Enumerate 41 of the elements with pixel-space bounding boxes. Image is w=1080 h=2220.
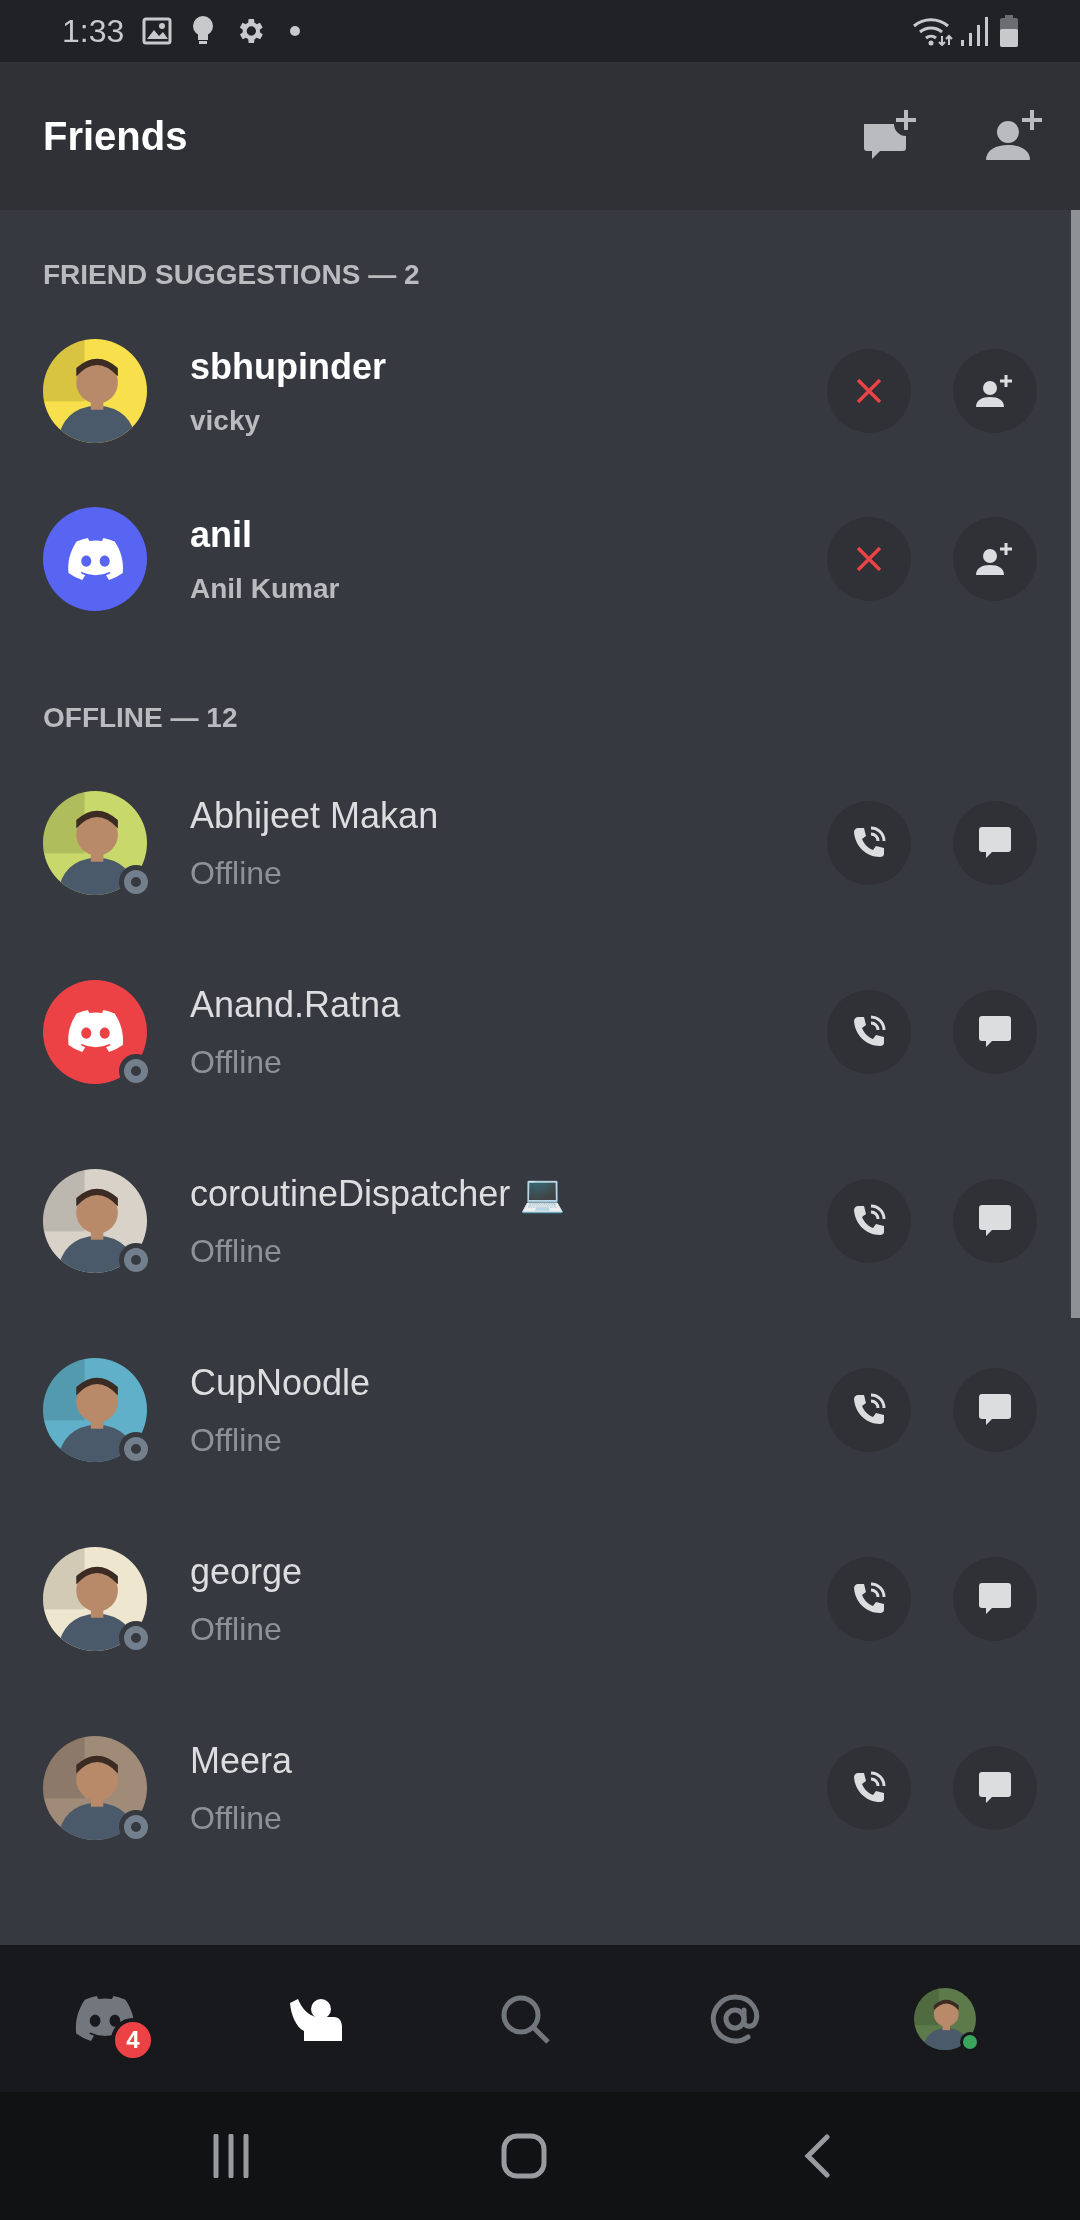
- friend-name: CupNoodle: [190, 1360, 372, 1405]
- close-icon: [856, 546, 882, 572]
- back-icon: [803, 2134, 831, 2178]
- clock-time: 1:33: [62, 12, 125, 51]
- friend-name: sbhupinder: [190, 345, 387, 389]
- friend-name: Abhijeet Makan: [190, 793, 440, 838]
- lightbulb-icon: [192, 16, 215, 46]
- friends-icon: [288, 1996, 342, 2041]
- battery-icon: [1000, 15, 1018, 47]
- status-text: Offline: [190, 1798, 283, 1838]
- friend-name: Anand.Ratna: [190, 982, 402, 1027]
- status-text: Offline: [190, 1042, 283, 1082]
- chat-icon: [977, 825, 1013, 860]
- section-heading: OFFLINE — 12: [42, 701, 239, 735]
- friend-name: anil: [190, 513, 253, 557]
- status-text: Offline: [190, 1420, 283, 1460]
- person-plus-icon: [975, 374, 1015, 408]
- status-text: Offline: [190, 1231, 283, 1271]
- scrollbar[interactable]: [1071, 210, 1080, 1318]
- friend-name: coroutineDispatcher 💻: [190, 1171, 567, 1216]
- close-icon: [856, 378, 882, 404]
- chat-icon: [977, 1014, 1013, 1049]
- friend-nickname: vicky: [190, 404, 262, 438]
- section-heading: FRIEND SUGGESTIONS — 2: [42, 258, 421, 292]
- chat-icon: [977, 1770, 1013, 1805]
- friend-nickname: Anil Kumar: [190, 572, 341, 606]
- friend-name: george: [190, 1549, 304, 1594]
- signal-icon: [960, 16, 988, 46]
- status-text: Offline: [190, 853, 283, 893]
- chat-icon: [977, 1392, 1013, 1427]
- person-plus-icon: [975, 542, 1015, 576]
- chat-icon: [977, 1203, 1013, 1238]
- friend-name: Meera: [190, 1738, 294, 1783]
- notification-dot-icon: [290, 26, 301, 36]
- chat-icon: [977, 1581, 1013, 1616]
- home-tab[interactable]: 4: [0, 1945, 210, 2092]
- page-title: Friends: [43, 113, 188, 160]
- image-icon: [142, 17, 173, 45]
- recent-apps-icon: [211, 2134, 251, 2178]
- status-text: Offline: [190, 1609, 283, 1649]
- wifi-icon: [912, 16, 954, 46]
